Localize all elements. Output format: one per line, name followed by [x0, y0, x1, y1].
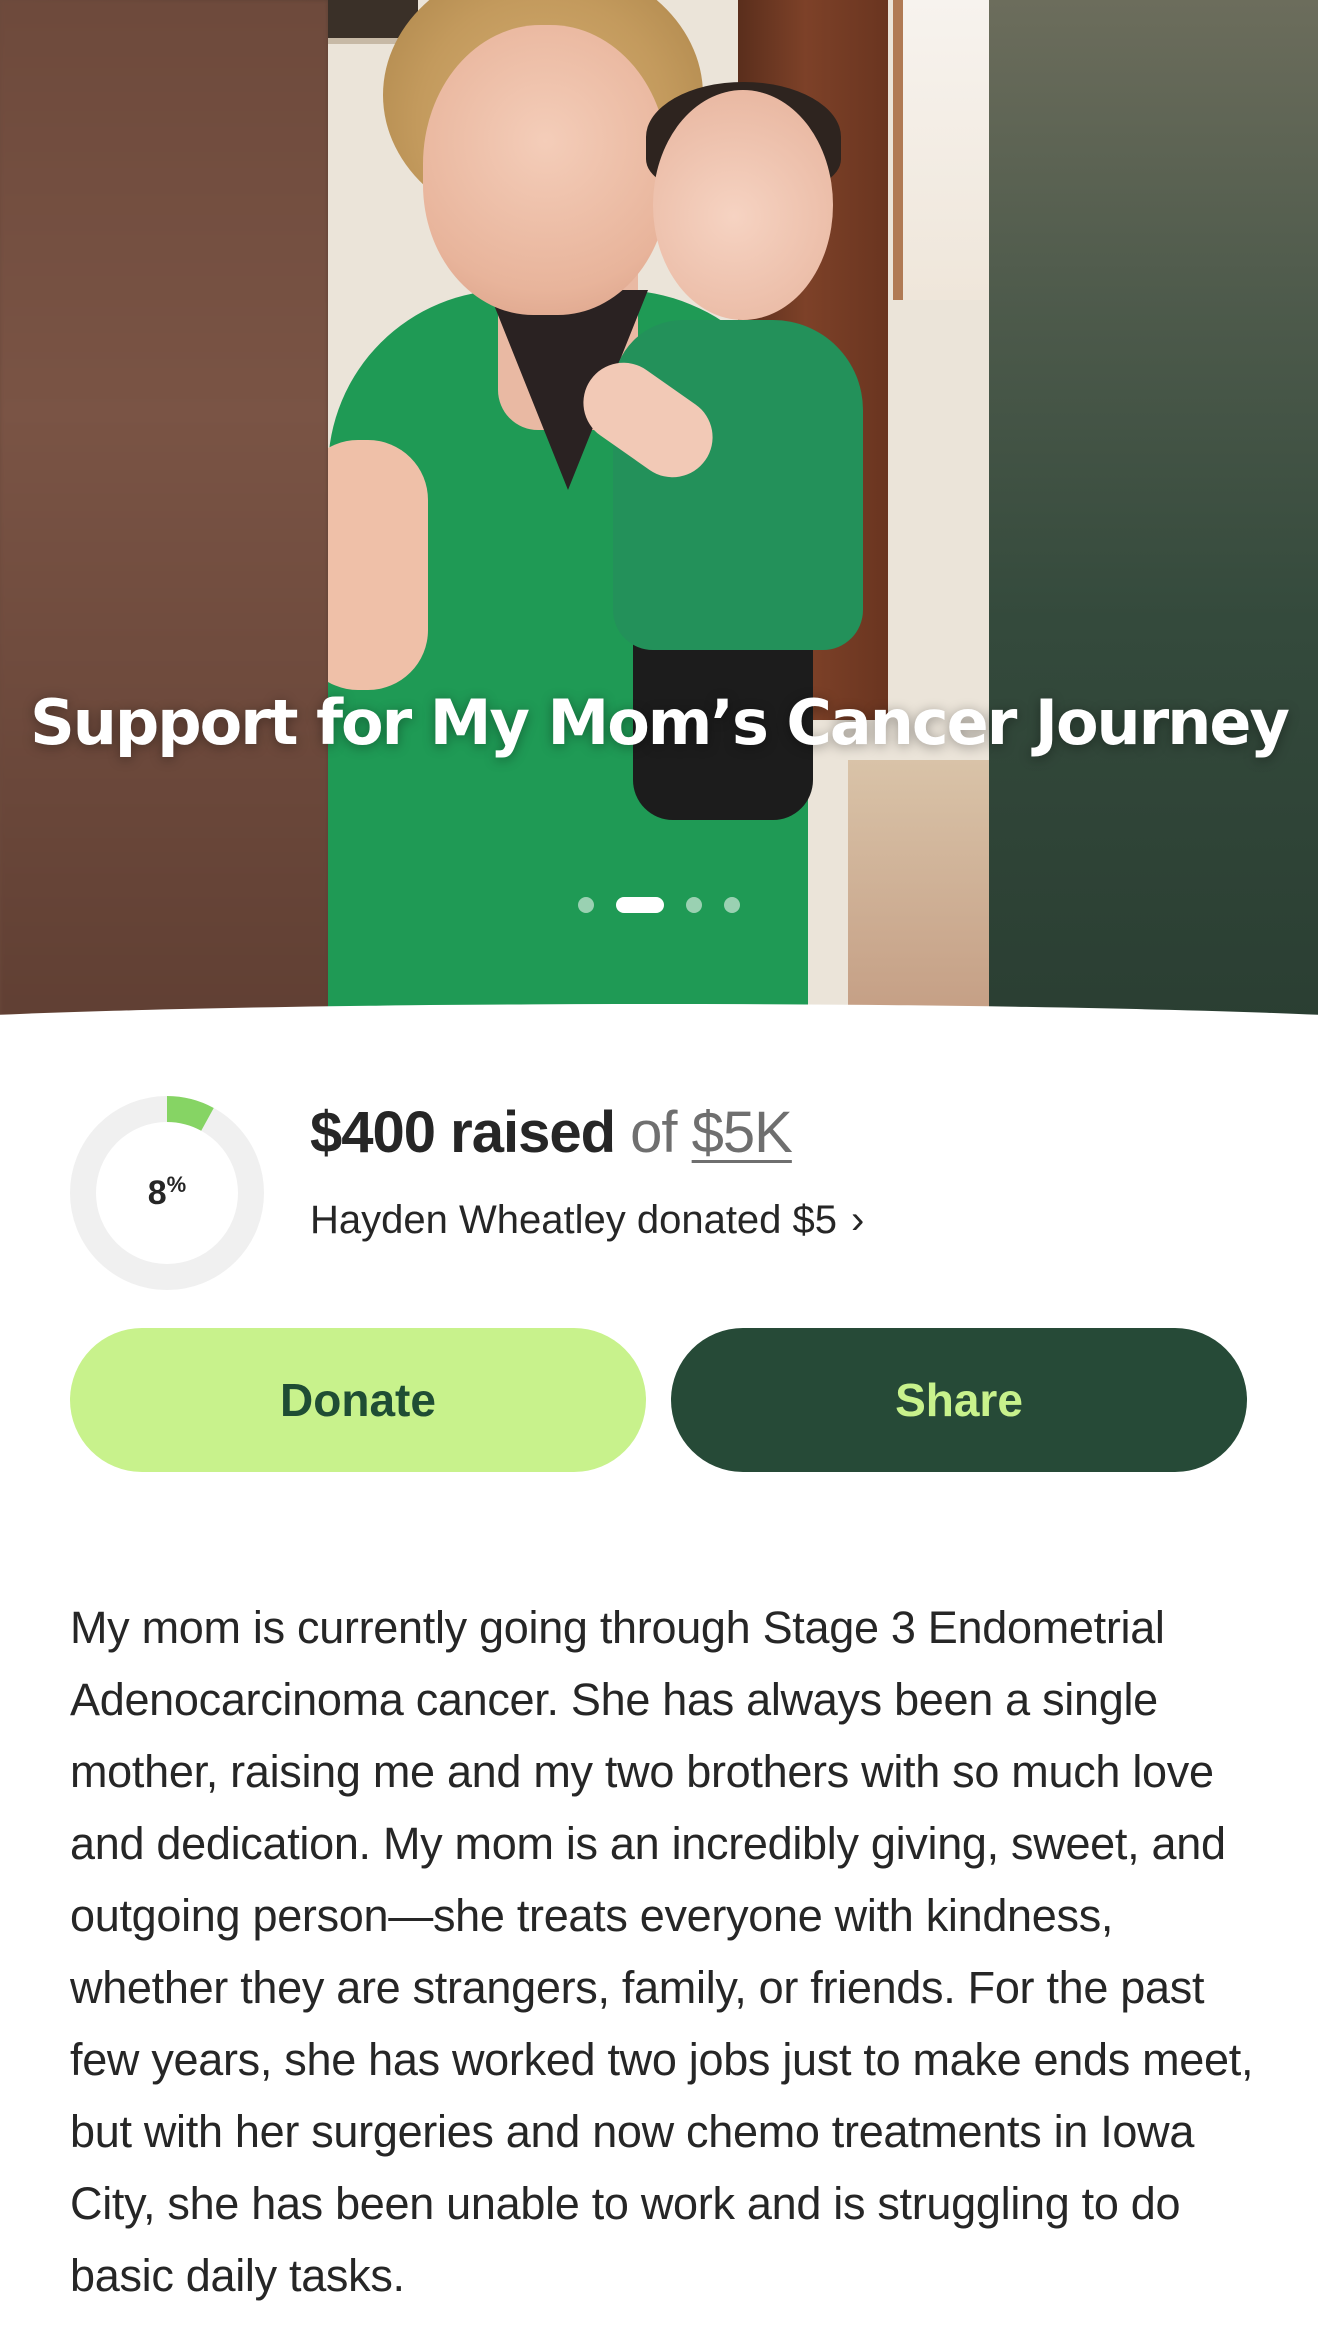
carousel-dot[interactable] — [578, 897, 594, 913]
carousel-dot[interactable] — [686, 897, 702, 913]
chevron-right-icon: › — [851, 1198, 865, 1242]
amount-raised: $400 raised of $5K — [310, 1096, 1210, 1170]
goal-amount-link[interactable]: $5K — [692, 1100, 793, 1165]
carousel-indicator — [0, 896, 1318, 914]
donate-button[interactable]: Donate — [70, 1328, 646, 1472]
progress-percent: 8% — [147, 1172, 187, 1212]
hero-blur-left — [0, 0, 328, 1034]
raised-amount: $400 raised — [310, 1100, 616, 1165]
campaign-photo[interactable] — [328, 0, 989, 1012]
share-button[interactable]: Share — [671, 1328, 1247, 1472]
of-text: of — [615, 1100, 692, 1165]
campaign-title: Support for My Mom’s Cancer Journey — [30, 686, 1290, 759]
carousel-dot[interactable] — [724, 897, 740, 913]
campaign-story: My mom is currently going through Stage … — [70, 1602, 1254, 2301]
hero-blur-right — [988, 0, 1318, 1034]
hero-banner: Support for My Mom’s Cancer Journey — [0, 0, 1318, 1034]
recent-donation-text: Hayden Wheatley donated $5 — [310, 1198, 838, 1242]
recent-donation-link[interactable]: Hayden Wheatley donated $5 › — [310, 1190, 864, 1250]
carousel-dot[interactable] — [616, 897, 664, 913]
